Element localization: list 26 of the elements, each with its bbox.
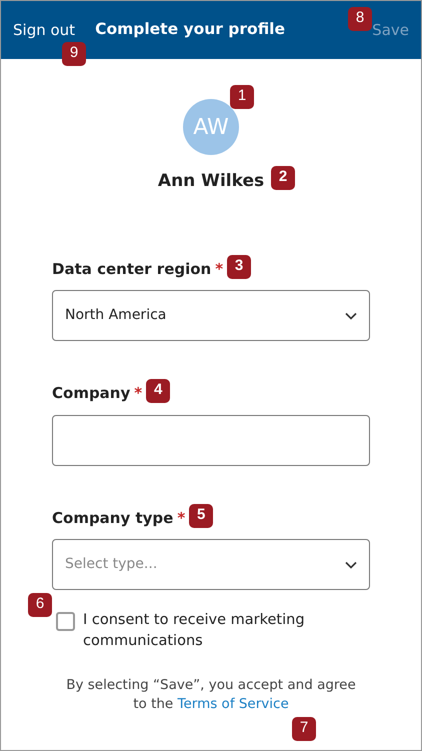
callout-marker: 9	[62, 42, 86, 66]
dropdown-field[interactable]: North America	[52, 290, 370, 341]
field-label: Company	[52, 384, 130, 402]
callout-marker: 1	[230, 85, 254, 109]
callout-marker: 2	[271, 166, 296, 190]
sign-out-button[interactable]: Sign out	[13, 18, 76, 42]
required-marker: *	[177, 508, 186, 526]
field-label: Data center region	[52, 260, 212, 278]
callout-marker: 8	[348, 7, 372, 31]
callout-marker: 5	[189, 504, 214, 528]
callout-marker: 4	[146, 379, 170, 403]
callout-marker: 6	[28, 593, 52, 617]
text-input-field[interactable]	[52, 414, 370, 466]
required-marker: *	[134, 384, 142, 402]
terms-link[interactable]: Terms of Service	[178, 696, 289, 712]
checkbox[interactable]	[56, 612, 75, 631]
required-marker: *	[215, 260, 224, 278]
field-label: Company type	[52, 508, 174, 526]
dropdown-field[interactable]: Select type...	[52, 539, 370, 590]
callout-marker: 7	[292, 717, 316, 741]
chevron-down-icon	[345, 560, 357, 568]
page-title: Complete your profile	[95, 19, 286, 40]
chevron-down-icon	[345, 312, 357, 320]
consent-label: I consent to receive marketing communications	[83, 611, 306, 651]
terms-text: By selecting “Save”, you accept and agree to the Terms of Service	[65, 676, 357, 714]
callout-marker: 3	[227, 254, 252, 278]
